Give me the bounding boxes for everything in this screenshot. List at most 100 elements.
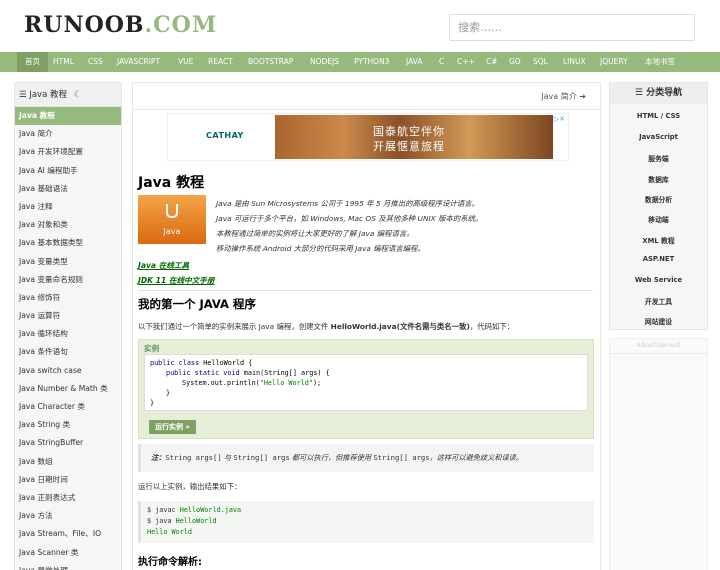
logo-suffix: .COM <box>144 12 218 38</box>
code-text: ); <box>312 379 322 387</box>
ad-text-line2: 开展惬意旅程 <box>373 140 445 153</box>
sidebar-item[interactable]: Java 注释 <box>15 198 121 216</box>
intro-line: Java 是由 Sun Microsystems 公司于 1995 年 5 月推… <box>216 199 480 208</box>
note-code: String[] args <box>233 453 290 462</box>
nav-item-java[interactable]: JAVA <box>406 52 423 72</box>
code-text: System.out.println( <box>182 379 260 387</box>
divider <box>138 290 593 291</box>
code-text: main(String[] args) { <box>239 369 330 377</box>
category-item[interactable]: 移动端 <box>610 214 707 224</box>
sidebar-item[interactable]: Java 变量命名规则 <box>15 271 121 289</box>
sidebar-item[interactable]: Java 方法 <box>15 507 121 525</box>
java-online-tool-link[interactable]: Java 在线工具 <box>138 260 189 271</box>
nav-item-nodejs[interactable]: NODEJS <box>310 52 339 72</box>
example-title: 实例 <box>144 344 160 353</box>
nav-item-jquery[interactable]: JQUERY <box>600 52 628 72</box>
category-item[interactable]: 服务端 <box>610 153 707 163</box>
sidebar-item[interactable]: Java switch case <box>15 362 121 380</box>
category-item[interactable]: 数据库 <box>610 174 707 184</box>
sidebar-item[interactable]: Java Character 类 <box>15 398 121 416</box>
sidebar-item[interactable]: Java 修饰符 <box>15 289 121 307</box>
sidebar-title: ☰ Java 教程 ☾ <box>15 83 121 107</box>
sidebar-item[interactable]: Java 循环结构 <box>15 325 121 343</box>
section-heading: 我的第一个 JAVA 程序 <box>138 297 256 311</box>
sidebar-item[interactable]: Java AI 编程助手 <box>15 162 121 180</box>
category-item[interactable]: JavaScript <box>610 133 707 141</box>
nav-item-linux[interactable]: LINUX <box>563 52 586 72</box>
divider <box>133 109 600 110</box>
sidebar-item[interactable]: Java 基础语法 <box>15 180 121 198</box>
category-item[interactable]: Web Service <box>610 276 707 284</box>
sidebar-item[interactable]: Java StringBuffer <box>15 434 121 452</box>
sidebar-item[interactable]: Java 条件语句 <box>15 343 121 361</box>
code-line: System.out.println("Hello World"); <box>150 378 582 388</box>
category-item[interactable]: XML 教程 <box>610 235 707 245</box>
code-line: public static void main(String[] args) { <box>150 368 582 378</box>
sidebar-item[interactable]: Java 正则表达式 <box>15 489 121 507</box>
sidebar-item[interactable]: Java 教程 <box>15 107 121 126</box>
category-item[interactable]: ASP.NET <box>610 255 707 263</box>
desc-suffix: ，代码如下： <box>469 322 515 331</box>
nav-item-cpp[interactable]: C++ <box>457 52 475 72</box>
sidebar-item[interactable]: Java 日期时间 <box>15 471 121 489</box>
sidebar-item[interactable]: Java String 类 <box>15 416 121 434</box>
sidebar-item[interactable]: Java 基本数据类型 <box>15 234 121 252</box>
site-logo[interactable]: RUNOOB.COM <box>24 12 217 38</box>
section-heading: 执行命令解析: <box>138 557 202 568</box>
ad-close-icon[interactable]: ▷✕ <box>554 115 565 123</box>
category-item[interactable]: 数据分析 <box>610 194 707 204</box>
nav-item-go[interactable]: GO <box>509 52 521 72</box>
category-item[interactable]: 开发工具 <box>610 296 707 306</box>
nav-item-c[interactable]: C <box>439 52 444 72</box>
sidebar-item[interactable]: Java Stream、File、IO <box>15 525 121 543</box>
moon-icon[interactable]: ☾ <box>74 90 82 100</box>
code-text: HelloWorld { <box>199 359 253 367</box>
arrow-right-icon: ➜ <box>579 92 586 101</box>
terminal-line: Hello World <box>147 528 193 536</box>
nav-item-home[interactable]: 首页 <box>17 52 48 72</box>
sidebar-item[interactable]: Java Scanner 类 <box>15 544 121 562</box>
category-item[interactable]: 网站建设 <box>610 316 707 326</box>
main-nav: 首页 HTML CSS JAVASCRIPT VUE REACT BOOTSTR… <box>0 52 720 72</box>
search-input[interactable]: 搜索…… <box>449 14 695 41</box>
sidebar-item[interactable]: Java 数组 <box>15 453 121 471</box>
jdk-manual-link[interactable]: JDK 11 在线中文手册 <box>138 275 214 286</box>
nav-item-javascript[interactable]: JAVASCRIPT <box>117 52 160 72</box>
sidebar-item[interactable]: Java 简介 <box>15 125 121 143</box>
code-block[interactable]: public class HelloWorld { public static … <box>144 354 588 411</box>
nav-item-bookmarks[interactable]: 本地书签 <box>645 52 675 72</box>
ad-label: Advertisement <box>636 342 681 349</box>
sidebar-item[interactable]: Java 变量类型 <box>15 253 121 271</box>
left-sidebar: ☰ Java 教程 ☾ Java 教程 Java 简介 Java 开发环境配置 … <box>14 82 122 570</box>
category-item[interactable]: HTML / CSS <box>610 112 707 120</box>
nav-item-bootstrap[interactable]: BOOTSTRAP <box>248 52 293 72</box>
nav-item-sql[interactable]: SQL <box>533 52 548 72</box>
nav-item-css[interactable]: CSS <box>88 52 103 72</box>
code-keyword: public static void <box>166 369 240 377</box>
intro-line: 本教程通过简单的实例将让大家更好的了解 Java 编程语言。 <box>216 229 414 238</box>
note-text: 与 <box>221 453 234 462</box>
nav-item-react[interactable]: REACT <box>208 52 233 72</box>
run-example-button[interactable]: 运行实例 » <box>149 420 196 434</box>
category-nav-title-text: 分类导航 <box>646 88 683 98</box>
desc-file: HelloWorld.java(文件名需与类名一致) <box>330 322 470 331</box>
note-box: 注：String args[] 与 String[] args 都可以执行，但推… <box>138 444 594 472</box>
sidebar-item[interactable]: Java 开发环境配置 <box>15 143 121 161</box>
right-sidebar: ☰ 分类导航 HTML / CSS JavaScript 服务端 数据库 数据分… <box>609 82 708 570</box>
nav-item-html[interactable]: HTML <box>53 52 74 72</box>
nav-item-csharp[interactable]: C# <box>486 52 498 72</box>
site-header: RUNOOB.COM 搜索…… <box>0 0 720 52</box>
next-page-link[interactable]: Java 简介 ➜ <box>541 91 586 102</box>
coffee-cup-icon <box>166 204 178 218</box>
ad-banner[interactable]: CATHAY 国泰航空伴你 开展惬意旅程 ▷✕ <box>167 113 569 161</box>
ad-brand: CATHAY <box>206 131 244 140</box>
nav-item-vue[interactable]: VUE <box>178 52 193 72</box>
sidebar-item[interactable]: Java 对象和类 <box>15 216 121 234</box>
java-logo-text: Java <box>163 227 181 236</box>
sidebar-item[interactable]: Java 运算符 <box>15 307 121 325</box>
nav-item-python3[interactable]: PYTHON3 <box>354 52 389 72</box>
note-text: 都可以执行，但推荐使用 <box>289 453 374 462</box>
sidebar-item[interactable]: Java 异常处理 <box>15 562 121 570</box>
list-icon: ☰ <box>634 88 643 98</box>
sidebar-item[interactable]: Java Number & Math 类 <box>15 380 121 398</box>
